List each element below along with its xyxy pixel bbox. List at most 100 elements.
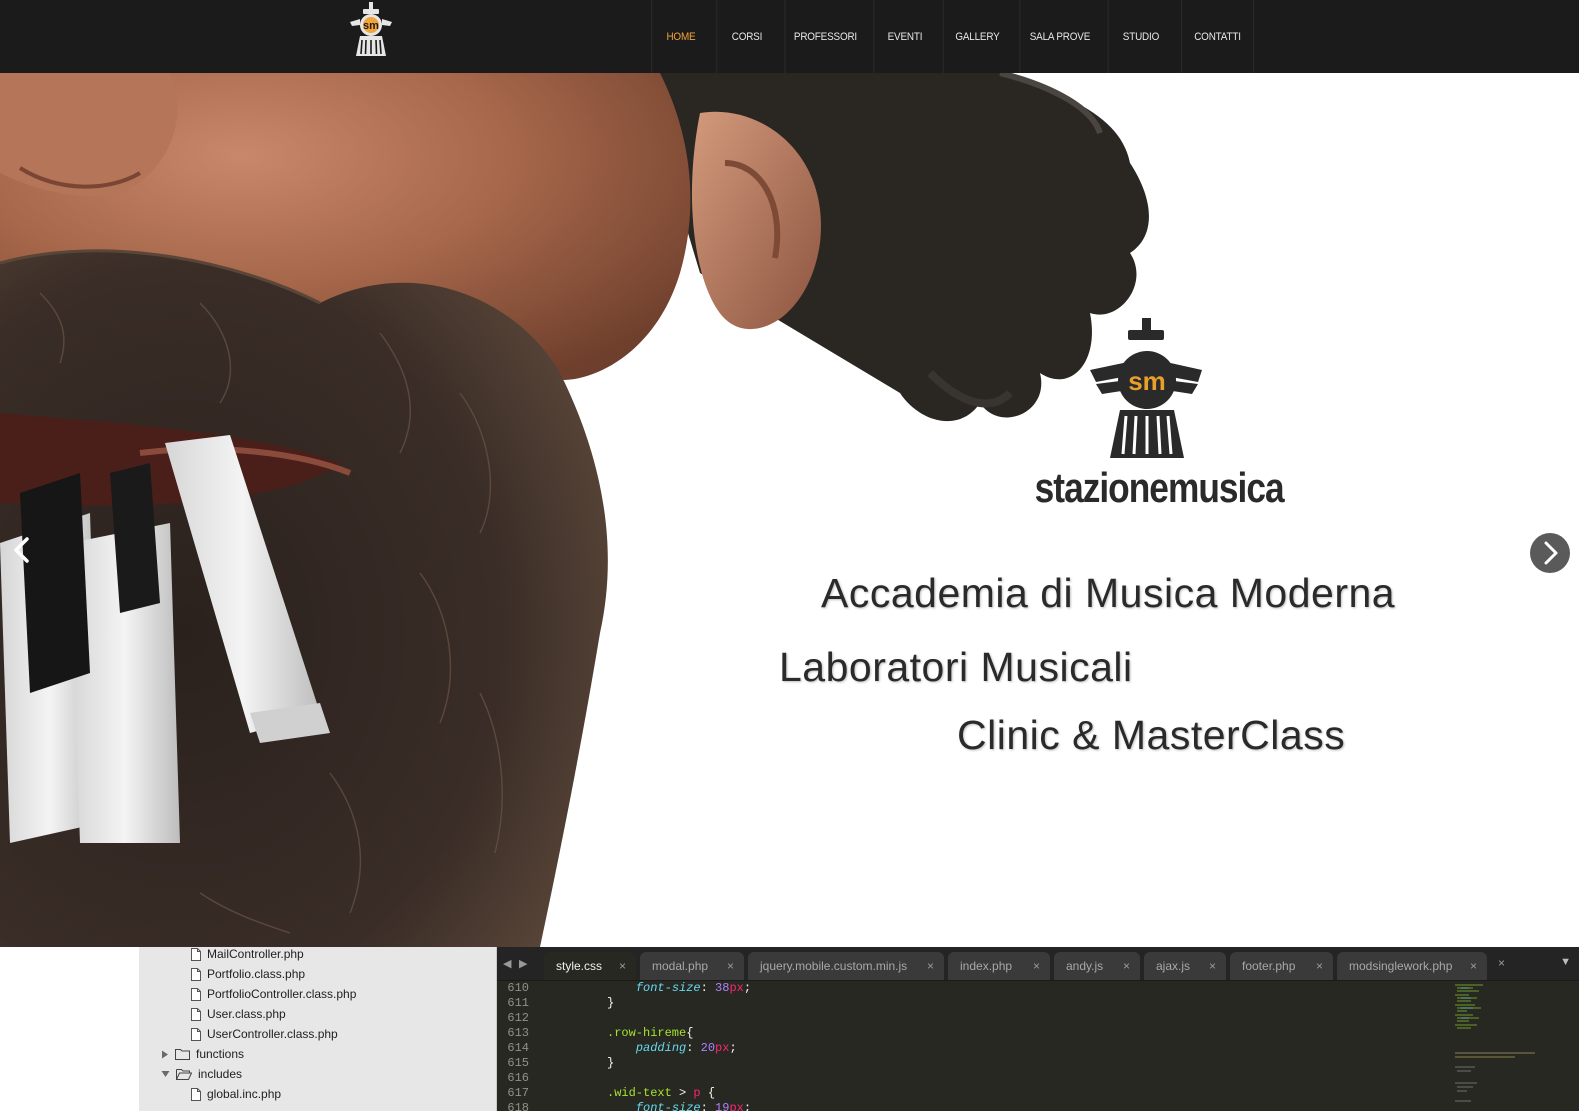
tree-folder-item[interactable]: functions <box>161 1044 244 1064</box>
tree-item-label: functions <box>196 1047 245 1061</box>
nav-item-professori[interactable]: PROFESSORI <box>784 0 866 73</box>
nav-item-studio[interactable]: STUDIO <box>1107 0 1174 73</box>
nav-item-corsi[interactable]: CORSI <box>716 0 776 73</box>
nav-item-contatti[interactable]: CONTATTI <box>1181 0 1254 73</box>
close-tab-icon[interactable]: × <box>727 959 734 973</box>
tree-file-item[interactable]: PortfolioController.class.php <box>191 984 356 1004</box>
file-icon <box>191 987 201 1001</box>
file-tree-sidebar[interactable]: MailController.php Portfolio.class.php Por… <box>139 947 497 1111</box>
nav-item-eventi[interactable]: EVENTI <box>873 0 935 73</box>
file-icon <box>191 967 201 981</box>
tree-file-item[interactable]: Portfolio.class.php <box>191 964 305 984</box>
code-token: font-size <box>635 981 701 995</box>
tree-item-label: includes <box>198 1067 243 1081</box>
code-minimap[interactable] <box>1455 983 1555 1111</box>
tree-file-item[interactable]: global.inc.php <box>191 1084 281 1104</box>
nav-item-sala-prove[interactable]: SALA PROVE <box>1019 0 1099 73</box>
hero-tagline-laboratori: Laboratori Musicali <box>779 644 1133 690</box>
close-tab-icon[interactable]: × <box>1470 959 1477 973</box>
code-token: p <box>693 1086 701 1100</box>
close-tab-icon[interactable]: × <box>1123 959 1130 973</box>
line-number: 617 <box>507 1086 529 1100</box>
hero-slider: sm stazionemusica Accademia di Musica Mo… <box>0 73 1579 947</box>
editor-tab[interactable]: jquery.mobile.custom.min.js × <box>748 952 944 980</box>
editor-tab[interactable]: footer.php × <box>1230 952 1333 980</box>
tab-scroll-left-icon[interactable]: ◀ <box>503 957 511 970</box>
editor-tab[interactable]: modsinglework.php × <box>1337 952 1487 980</box>
code-token: : <box>686 1041 701 1055</box>
tree-file-item[interactable]: User.class.php <box>191 1004 286 1024</box>
editor-tab[interactable]: style.css × <box>544 952 636 980</box>
file-icon <box>191 1027 201 1041</box>
nav-item-home[interactable]: HOME <box>651 0 710 73</box>
editor-tab-label: modsinglework.php <box>1349 959 1453 973</box>
chevron-left-icon[interactable] <box>4 531 38 569</box>
close-tab-icon[interactable]: × <box>927 959 934 973</box>
code-text: .wid-text > p { <box>607 1086 715 1100</box>
tree-file-item[interactable]: MailController.php <box>191 947 304 964</box>
editor-tab-label: index.php <box>960 959 1013 973</box>
editor-tab[interactable]: andy.js × <box>1054 952 1140 980</box>
tree-folder-item[interactable]: includes <box>161 1064 242 1084</box>
svg-text:sm: sm <box>363 20 379 32</box>
line-number: 616 <box>507 1071 529 1085</box>
folder-open-icon <box>176 1069 192 1080</box>
line-number: 614 <box>507 1041 529 1055</box>
code-token: } <box>607 1056 615 1070</box>
code-token: : <box>700 981 716 995</box>
file-icon <box>191 1087 201 1101</box>
site-logo-icon[interactable]: sm <box>348 0 394 60</box>
editor-tab-label: modal.php <box>652 959 709 973</box>
close-tab-icon[interactable]: × <box>1033 959 1040 973</box>
disclosure-closed-icon[interactable] <box>161 1050 169 1059</box>
hero-photo-bearded-man-with-piano-keys <box>0 73 1149 947</box>
tree-item-label: MailController.php <box>207 947 304 961</box>
code-text: font-size: 38px; <box>607 981 751 995</box>
tree-item-label: PortfolioController.class.php <box>207 987 357 1001</box>
code-token: ; <box>743 981 752 995</box>
slider-next-button[interactable] <box>1530 533 1570 573</box>
close-tab-icon[interactable]: × <box>1498 956 1505 970</box>
close-tab-icon[interactable]: × <box>1316 959 1323 973</box>
editor-tab-label: footer.php <box>1242 959 1296 973</box>
code-text: .row-hireme{ <box>607 1026 693 1040</box>
editor-tab-label: ajax.js <box>1156 959 1191 973</box>
code-token: px <box>729 1101 744 1111</box>
tab-menu-icon[interactable]: ▼ <box>1560 956 1571 968</box>
tab-scroll-right-icon[interactable]: ▶ <box>519 957 527 970</box>
code-token: px <box>715 1041 730 1055</box>
code-token: ; <box>743 1101 752 1111</box>
code-token: px <box>729 981 744 995</box>
tree-file-item[interactable]: UserController.class.php <box>191 1024 338 1044</box>
line-number: 610 <box>507 981 529 995</box>
code-editor-window: MailController.php Portfolio.class.php Por… <box>0 947 1579 1111</box>
line-number: 612 <box>507 1011 529 1025</box>
editor-tab-bar: ◀ ▶ ▼ style.css × modal.php × jquery.mobile.… <box>497 947 1579 981</box>
disclosure-open-icon[interactable] <box>161 1070 170 1078</box>
code-token: { <box>700 1086 716 1100</box>
tree-item-label: UserController.class.php <box>207 1027 338 1041</box>
tree-item-label: global.inc.php <box>207 1087 282 1101</box>
nav-item-gallery[interactable]: GALLERY <box>942 0 1011 73</box>
code-token: ; <box>729 1041 737 1055</box>
tree-item-label: Portfolio.class.php <box>207 967 306 981</box>
code-pane[interactable]: ◀ ▶ ▼ style.css × modal.php × jquery.mobile.… <box>497 947 1579 1111</box>
editor-tab-label: jquery.mobile.custom.min.js <box>760 959 908 973</box>
editor-tab[interactable]: ajax.js × <box>1144 952 1226 980</box>
code-token: 20 <box>700 1041 716 1055</box>
stazionemusica-logo: sm stazionemusica <box>1035 318 1286 508</box>
code-token: : <box>700 1101 716 1111</box>
editor-tab[interactable]: index.php × <box>948 952 1050 980</box>
editor-tab[interactable]: modal.php × <box>640 952 744 980</box>
close-tab-icon[interactable]: × <box>1209 959 1216 973</box>
close-tab-icon[interactable]: × <box>619 959 626 973</box>
code-token: padding <box>635 1041 687 1055</box>
hero-tagline-accademia: Accademia di Musica Moderna <box>821 570 1396 616</box>
code-text: } <box>607 996 614 1010</box>
editor-tab-label: style.css <box>556 959 603 973</box>
editor-blank-area <box>0 947 139 1111</box>
line-number: 613 <box>507 1026 529 1040</box>
folder-icon <box>175 1049 190 1060</box>
